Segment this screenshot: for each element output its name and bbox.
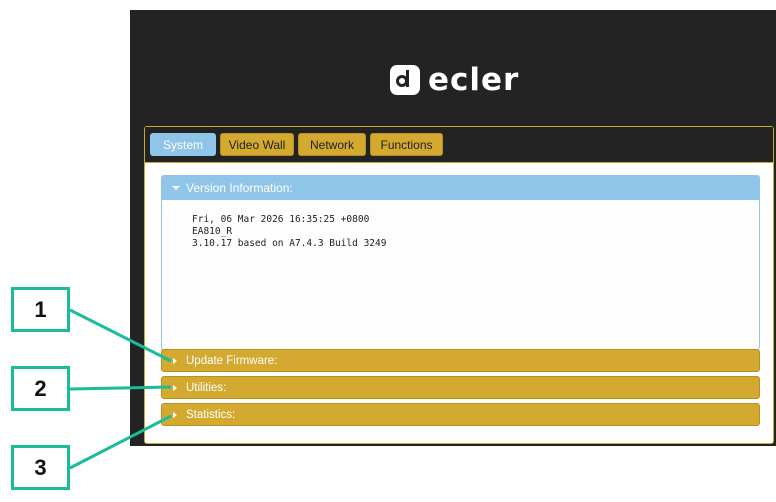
callout-line-3 [69, 414, 172, 470]
callout-connector-lines [69, 308, 172, 470]
callout-line-2 [69, 385, 172, 391]
callout-3: 3 [11, 445, 70, 490]
callout-line-1 [69, 308, 172, 363]
callout-1: 1 [11, 287, 70, 332]
callout-2: 2 [11, 366, 70, 411]
